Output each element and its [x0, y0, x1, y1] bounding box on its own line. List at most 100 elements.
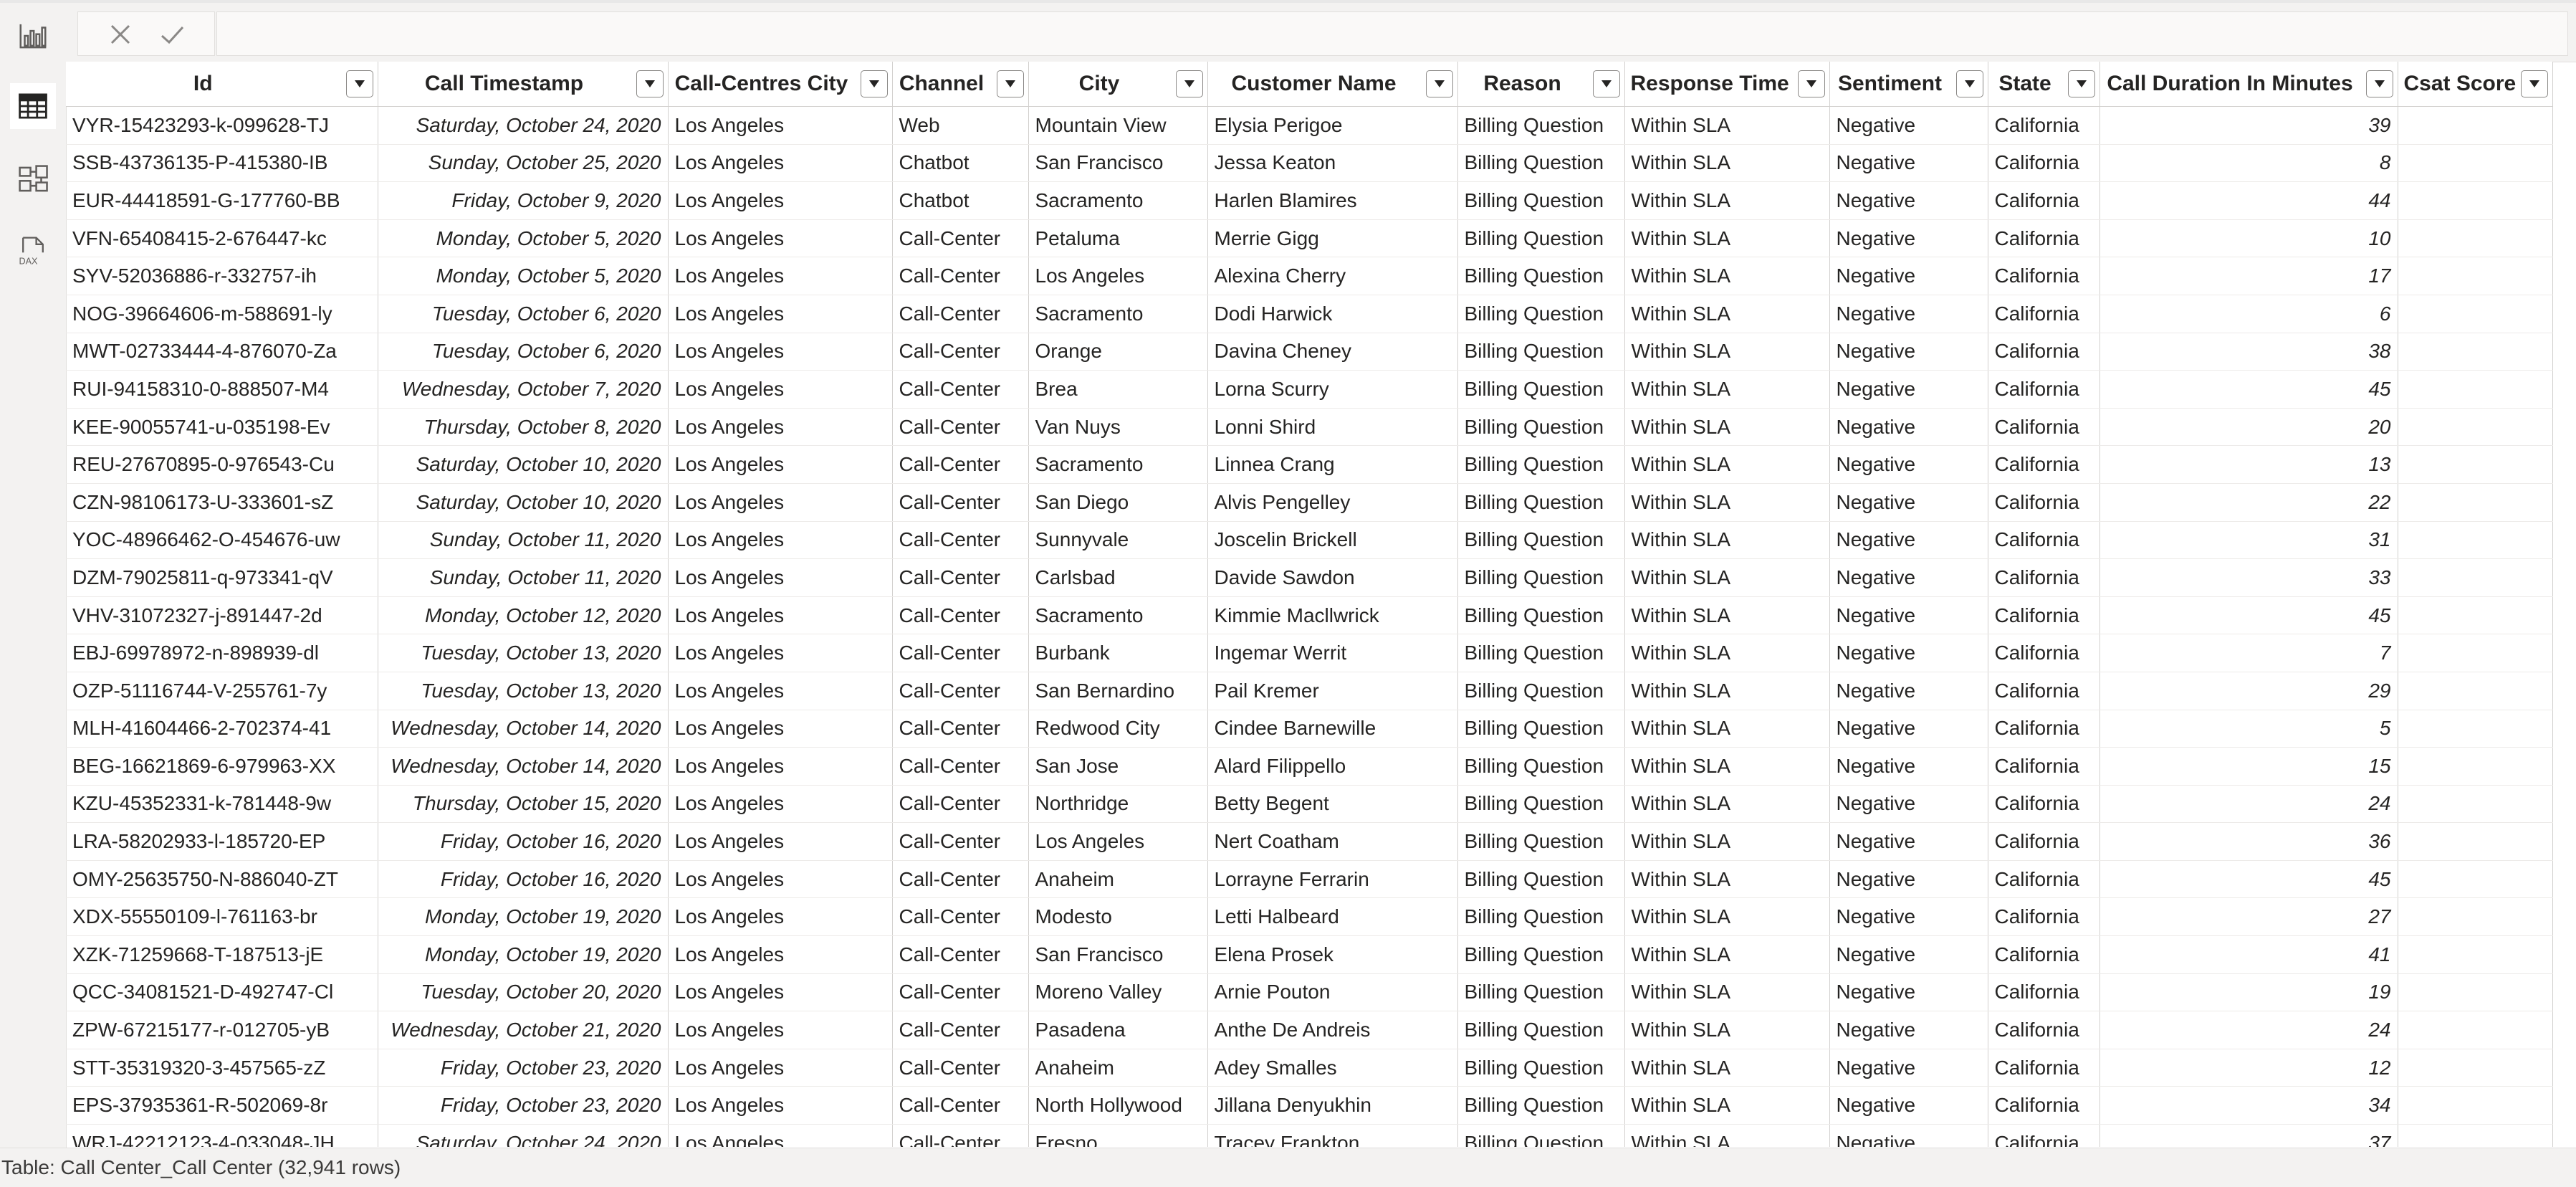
table-cell[interactable]: Billing Question	[1457, 257, 1625, 295]
table-cell[interactable]: Call-Center	[892, 935, 1029, 974]
table-row[interactable]: VYR-15423293-k-099628-TJ Saturday, Octobe…	[66, 106, 2553, 145]
table-cell[interactable]: Billing Question	[1457, 785, 1625, 824]
table-cell[interactable]: Los Angeles	[668, 1124, 893, 1147]
table-cell[interactable]: 12	[2099, 1049, 2398, 1087]
table-cell[interactable]: Monday, October 12, 2020	[378, 596, 669, 635]
table-cell[interactable]	[2398, 860, 2553, 899]
table-cell[interactable]: VFN-65408415-2-676447-kc	[66, 219, 378, 258]
table-cell[interactable]: Sunday, October 11, 2020	[378, 558, 669, 597]
table-cell[interactable]: Lorrayne Ferrarin	[1207, 860, 1458, 899]
table-cell[interactable]: Billing Question	[1457, 973, 1625, 1012]
column-header[interactable]: State	[1988, 62, 2100, 107]
table-cell[interactable]: Negative	[1829, 1011, 1988, 1049]
table-cell[interactable]: Within SLA	[1624, 408, 1830, 447]
table-cell[interactable]: Chatbot	[892, 181, 1029, 220]
table-cell[interactable]: Call-Center	[892, 219, 1029, 258]
table-cell[interactable]: Anaheim	[1028, 1049, 1208, 1087]
table-cell[interactable]: California	[1988, 1086, 2100, 1125]
table-row[interactable]: EPS-37935361-R-502069-8r Friday, October …	[66, 1086, 2553, 1125]
table-row[interactable]: DZM-79025811-q-973341-qV Sunday, October …	[66, 558, 2553, 597]
table-cell[interactable]: Negative	[1829, 445, 1988, 484]
table-cell[interactable]: Anaheim	[1028, 860, 1208, 899]
table-cell[interactable]: Sacramento	[1028, 181, 1208, 220]
table-cell[interactable]: Los Angeles	[668, 445, 893, 484]
table-cell[interactable]: Call-Center	[892, 295, 1029, 333]
table-cell[interactable]: Billing Question	[1457, 333, 1625, 371]
table-row[interactable]: YOC-48966462-O-454676-uw Sunday, October …	[66, 521, 2553, 560]
table-cell[interactable]: Thursday, October 15, 2020	[378, 785, 669, 824]
column-header[interactable]: Call Duration In Minutes	[2099, 62, 2398, 107]
table-cell[interactable]: Billing Question	[1457, 710, 1625, 748]
table-cell[interactable]: Los Angeles	[668, 144, 893, 183]
table-cell[interactable]: Elysia Perigoe	[1207, 106, 1458, 145]
table-cell[interactable]: 45	[2099, 596, 2398, 635]
table-cell[interactable]: Within SLA	[1624, 596, 1830, 635]
table-cell[interactable]: Monday, October 5, 2020	[378, 219, 669, 258]
table-cell[interactable]: 8	[2099, 144, 2398, 183]
table-cell[interactable]	[2398, 747, 2553, 786]
table-cell[interactable]: Billing Question	[1457, 181, 1625, 220]
table-cell[interactable]: California	[1988, 897, 2100, 937]
table-cell[interactable]	[2398, 144, 2553, 183]
table-cell[interactable]: Los Angeles	[668, 860, 893, 899]
table-cell[interactable]: Arnie Pouton	[1207, 973, 1458, 1012]
table-cell[interactable]: Call-Center	[892, 897, 1029, 937]
filter-dropdown-icon[interactable]	[2365, 70, 2393, 97]
table-cell[interactable]: Sacramento	[1028, 596, 1208, 635]
table-cell[interactable]	[2398, 295, 2553, 333]
table-row[interactable]: SYV-52036886-r-332757-ih Monday, October …	[66, 257, 2553, 295]
filter-dropdown-icon[interactable]	[1175, 70, 1203, 97]
table-cell[interactable]: California	[1988, 1049, 2100, 1087]
table-cell[interactable]: California	[1988, 106, 2100, 145]
table-cell[interactable]: Monday, October 19, 2020	[378, 935, 669, 974]
model-view-icon[interactable]	[10, 156, 56, 202]
table-cell[interactable]: Billing Question	[1457, 672, 1625, 710]
report-view-icon[interactable]	[10, 13, 56, 59]
table-cell[interactable]: VHV-31072327-j-891447-2d	[66, 596, 378, 635]
table-cell[interactable]: 13	[2099, 445, 2398, 484]
table-cell[interactable]: Northridge	[1028, 785, 1208, 824]
table-cell[interactable]: Letti Halbeard	[1207, 897, 1458, 937]
table-cell[interactable]: STT-35319320-3-457565-zZ	[66, 1049, 378, 1087]
table-row[interactable]: LRA-58202933-l-185720-EP Friday, October …	[66, 822, 2553, 861]
table-cell[interactable]: YOC-48966462-O-454676-uw	[66, 521, 378, 560]
table-cell[interactable]	[2398, 521, 2553, 560]
table-cell[interactable]: 10	[2099, 219, 2398, 258]
table-cell[interactable]: Negative	[1829, 747, 1988, 786]
table-cell[interactable]: Call-Center	[892, 672, 1029, 710]
table-row[interactable]: ZPW-67215177-r-012705-yB Wednesday, Octob…	[66, 1011, 2553, 1049]
table-cell[interactable]: Call-Center	[892, 445, 1029, 484]
table-cell[interactable]: California	[1988, 445, 2100, 484]
table-cell[interactable]: 5	[2099, 710, 2398, 748]
table-row[interactable]: WRJ-42212123-4-033048-JH Saturday, Octobe…	[66, 1124, 2553, 1147]
table-cell[interactable]: 19	[2099, 973, 2398, 1012]
table-cell[interactable]: Billing Question	[1457, 370, 1625, 409]
table-row[interactable]: VFN-65408415-2-676447-kc Monday, October …	[66, 219, 2553, 258]
table-cell[interactable]: Los Angeles	[668, 483, 893, 522]
table-cell[interactable]: Billing Question	[1457, 634, 1625, 672]
table-cell[interactable]: Negative	[1829, 181, 1988, 220]
table-cell[interactable]: Billing Question	[1457, 1124, 1625, 1147]
table-cell[interactable]: California	[1988, 295, 2100, 333]
table-row[interactable]: BEG-16621869-6-979963-XX Wednesday, Octob…	[66, 747, 2553, 786]
table-cell[interactable]: Los Angeles	[668, 747, 893, 786]
table-cell[interactable]: Within SLA	[1624, 521, 1830, 560]
table-cell[interactable]: Wednesday, October 14, 2020	[378, 710, 669, 748]
table-cell[interactable]: Call-Center	[892, 747, 1029, 786]
table-cell[interactable]: Within SLA	[1624, 144, 1830, 183]
column-header[interactable]: Csat Score	[2398, 62, 2553, 107]
table-cell[interactable]: 22	[2099, 483, 2398, 522]
table-cell[interactable]: Negative	[1829, 973, 1988, 1012]
table-cell[interactable]: Call-Center	[892, 333, 1029, 371]
table-cell[interactable]: Tuesday, October 6, 2020	[378, 333, 669, 371]
column-header[interactable]: Call-Centres City	[668, 62, 893, 107]
table-row[interactable]: MWT-02733444-4-876070-Za Tuesday, October…	[66, 333, 2553, 371]
filter-dropdown-icon[interactable]	[860, 70, 888, 97]
table-cell[interactable]: Within SLA	[1624, 257, 1830, 295]
table-cell[interactable]: KZU-45352331-k-781448-9w	[66, 785, 378, 824]
table-cell[interactable]: Within SLA	[1624, 558, 1830, 597]
table-cell[interactable]: Billing Question	[1457, 596, 1625, 635]
table-cell[interactable]: California	[1988, 483, 2100, 522]
table-cell[interactable]: Los Angeles	[668, 634, 893, 672]
table-cell[interactable]: Nert Coatham	[1207, 822, 1458, 861]
